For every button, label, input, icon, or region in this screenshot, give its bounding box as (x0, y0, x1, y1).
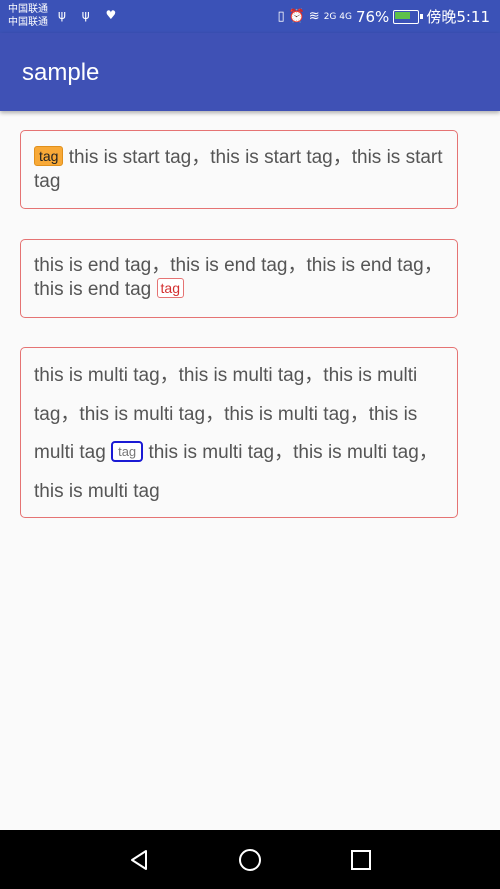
carrier-line-1: 中国联通 (8, 4, 48, 15)
end-tag-card: this is end tag，this is end tag，this is … (20, 239, 458, 318)
carrier-line-2: 中国联通 (8, 17, 48, 28)
back-icon[interactable] (128, 848, 152, 872)
start-tag-card: tag this is start tag，this is start tag，… (20, 130, 458, 209)
clock: 傍晚5:11 (426, 8, 490, 26)
multi-tag-badge: tag (111, 441, 144, 462)
navigation-bar (0, 830, 500, 889)
signal-icon: 2G 4G (323, 11, 352, 22)
app-bar: sample (0, 33, 500, 111)
usb-icon: ψ ψ ♥ (58, 8, 123, 22)
alarm-icon: ⏰ (288, 9, 305, 24)
status-bar: 中国联通 中国联通 ψ ψ ♥ ▯ ⏰ ≋ 2G 4G 76% 傍晚5:11 (0, 0, 500, 33)
multi-tag-card: this is multi tag，this is multi tag，this… (20, 347, 458, 518)
end-tag-text: this is end tag，this is end tag，this is … (34, 255, 443, 300)
vibrate-icon: ▯ (277, 9, 285, 24)
app-title: sample (22, 59, 100, 86)
start-tag-text: this is start tag，this is start tag，this… (34, 147, 443, 192)
battery-icon (393, 9, 424, 24)
recent-apps-icon[interactable] (349, 848, 373, 872)
end-tag-badge: tag (156, 278, 184, 298)
carrier-info: 中国联通 中国联通 (8, 3, 48, 29)
wifi-icon: ≋ (308, 9, 320, 24)
home-icon[interactable] (238, 848, 262, 872)
status-indicators: ▯ ⏰ ≋ 2G 4G 76% 傍晚5:11 (277, 6, 490, 27)
battery-percent: 76% (355, 7, 390, 26)
start-tag-badge: tag (34, 146, 64, 166)
